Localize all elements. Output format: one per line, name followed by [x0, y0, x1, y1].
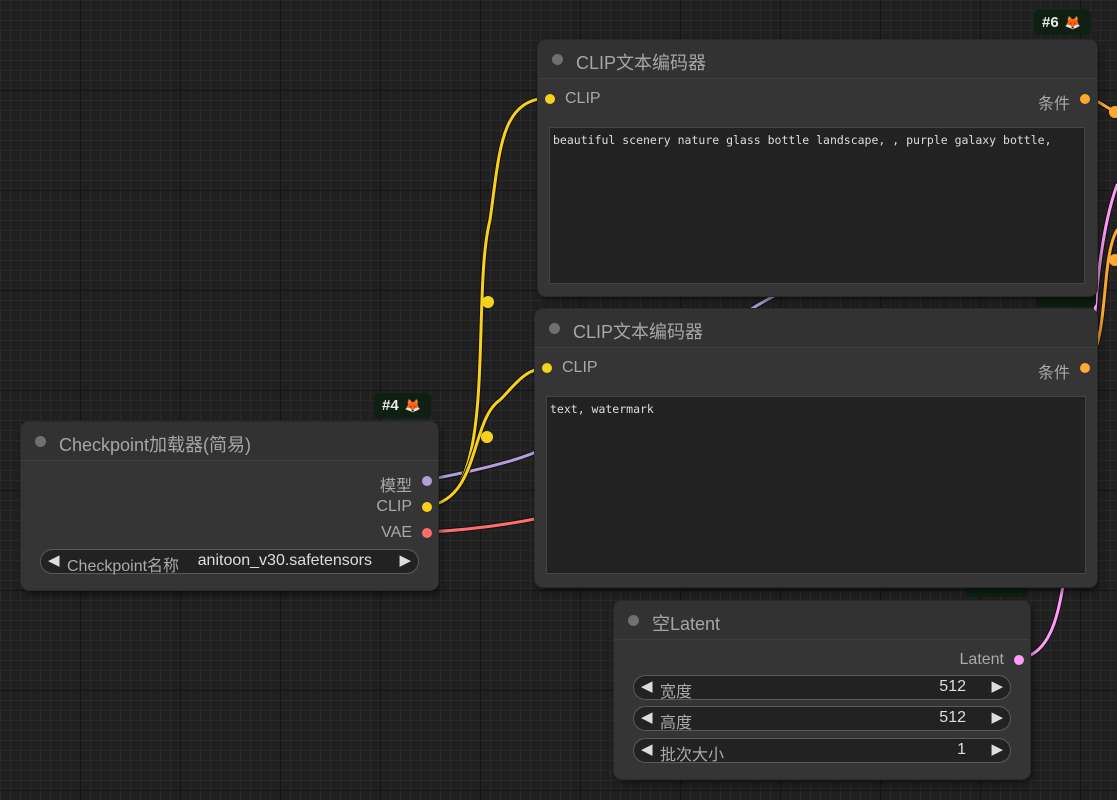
widget-value: 1 [957, 741, 966, 758]
width-number-widget[interactable]: ◀ 宽度 512 ▶ [633, 675, 1011, 701]
output-slot-clip[interactable]: CLIP [376, 498, 432, 516]
vae-output-dot-icon[interactable] [422, 528, 432, 538]
previous-arrow-icon[interactable]: ◀ [48, 551, 60, 569]
prompt-textarea[interactable]: beautiful scenery nature glass bottle la… [549, 127, 1085, 284]
widget-label: 批次大小 [660, 747, 725, 764]
node-title: CLIP文本编码器 [573, 322, 704, 342]
model-output-dot-icon[interactable] [422, 476, 432, 486]
empty-latent-node[interactable]: 空Latent Latent ◀ 宽度 512 ▶ ◀ 高度 512 ▶ ◀ 批… [614, 601, 1030, 779]
conditioning-output-dot-icon[interactable] [1080, 363, 1090, 373]
height-number-widget[interactable]: ◀ 高度 512 ▶ [633, 706, 1011, 732]
node-title: 空Latent [652, 614, 721, 634]
node-title: Checkpoint加载器(简易) [59, 435, 252, 455]
widget-label: 高度 [660, 715, 693, 732]
node-id: #6 [1042, 14, 1059, 31]
increment-arrow-icon[interactable]: ▶ [991, 708, 1003, 726]
checkpoint-name-selector[interactable]: ◀ Checkpoint名称 anitoon_v30.safetensors ▶ [40, 549, 419, 575]
node-id-badge: #4 🦊 [374, 393, 431, 418]
slot-label: 条件 [1037, 365, 1070, 382]
decrement-arrow-icon[interactable]: ◀ [641, 708, 653, 726]
slot-label: 模型 [379, 478, 412, 495]
widget-value: anitoon_v30.safetensors [197, 552, 372, 569]
latent-output-dot-icon[interactable] [1014, 655, 1024, 665]
node-header[interactable]: Checkpoint加载器(简易) [21, 422, 438, 461]
node-title: CLIP文本编码器 [576, 53, 707, 73]
link-midpoint-clip-top [482, 296, 494, 308]
checkpoint-loader-node[interactable]: Checkpoint加载器(简易) 模型 CLIP VAE ◀ Checkpoi… [21, 422, 438, 590]
fox-icon: 🦊 [1064, 15, 1081, 30]
link-midpoint-clip-bottom [481, 431, 493, 443]
node-id-badge: #6 🦊 [1034, 10, 1091, 35]
collapse-dot-icon[interactable] [552, 54, 563, 65]
node-id: #4 [382, 397, 399, 414]
slot-label: CLIP [376, 498, 412, 515]
slot-label: Latent [959, 651, 1004, 668]
conditioning-output-dot-icon[interactable] [1080, 94, 1090, 104]
decrement-arrow-icon[interactable]: ◀ [641, 740, 653, 758]
prompt-textarea[interactable]: text, watermark [546, 396, 1086, 574]
output-slot-model[interactable]: 模型 [380, 472, 432, 496]
decrement-arrow-icon[interactable]: ◀ [641, 677, 653, 695]
slot-label: CLIP [562, 359, 598, 376]
increment-arrow-icon[interactable]: ▶ [991, 740, 1003, 758]
widget-label: 宽度 [660, 684, 693, 701]
node-header[interactable]: CLIP文本编码器 [538, 40, 1097, 79]
slot-label: VAE [381, 524, 412, 541]
slot-label: CLIP [565, 90, 601, 107]
output-slot-conditioning[interactable]: 条件 [1038, 90, 1090, 114]
node-header[interactable]: 空Latent [614, 601, 1030, 640]
output-slot-conditioning[interactable]: 条件 [1038, 359, 1090, 383]
output-slot-vae[interactable]: VAE [381, 524, 432, 542]
collapse-dot-icon[interactable] [35, 436, 46, 447]
clip-output-dot-icon[interactable] [422, 502, 432, 512]
clip-input-dot-icon[interactable] [545, 94, 555, 104]
batch-size-number-widget[interactable]: ◀ 批次大小 1 ▶ [633, 738, 1011, 764]
widget-value: 512 [939, 678, 966, 695]
fox-icon: 🦊 [404, 398, 421, 413]
widget-value: 512 [939, 709, 966, 726]
clip-input-dot-icon[interactable] [542, 363, 552, 373]
clip-text-encoder-node-negative[interactable]: CLIP文本编码器 CLIP 条件 text, watermark [535, 309, 1097, 587]
output-slot-latent[interactable]: Latent [960, 651, 1024, 669]
input-slot-clip[interactable]: CLIP [545, 90, 601, 108]
next-arrow-icon[interactable]: ▶ [399, 551, 411, 569]
collapse-dot-icon[interactable] [628, 615, 639, 626]
input-slot-clip[interactable]: CLIP [542, 359, 598, 377]
clip-text-encoder-node-positive[interactable]: CLIP文本编码器 CLIP 条件 beautiful scenery natu… [538, 40, 1097, 296]
slot-label: 条件 [1037, 96, 1070, 113]
widget-label: Checkpoint名称 [67, 558, 180, 575]
increment-arrow-icon[interactable]: ▶ [991, 677, 1003, 695]
node-header[interactable]: CLIP文本编码器 [535, 309, 1097, 348]
collapse-dot-icon[interactable] [549, 323, 560, 334]
